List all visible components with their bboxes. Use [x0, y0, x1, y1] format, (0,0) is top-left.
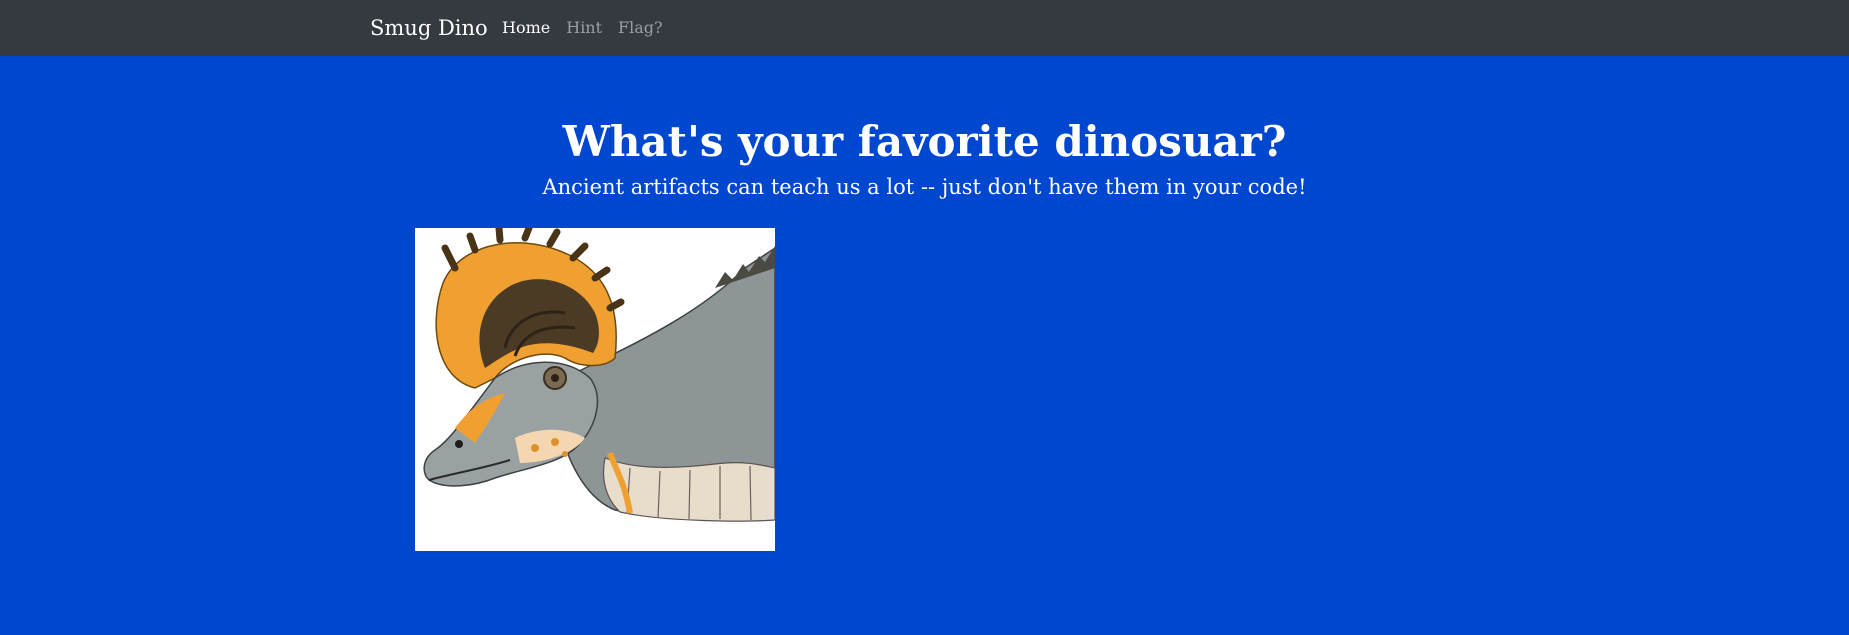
dinosaur-image — [415, 228, 775, 551]
brand-link[interactable]: Smug Dino — [370, 14, 488, 42]
dinosaur-illustration — [423, 228, 775, 522]
nav-link-hint[interactable]: Hint — [566, 17, 602, 39]
nav-link-flag[interactable]: Flag? — [618, 17, 663, 39]
top-navbar: Smug Dino Home Hint Flag? — [0, 0, 1849, 56]
page-title: What's your favorite dinosuar? — [562, 117, 1287, 166]
nav-link-home[interactable]: Home — [502, 17, 550, 39]
page-subtitle: Ancient artifacts can teach us a lot -- … — [542, 175, 1307, 199]
nav-links: Home Hint Flag? — [502, 17, 663, 39]
